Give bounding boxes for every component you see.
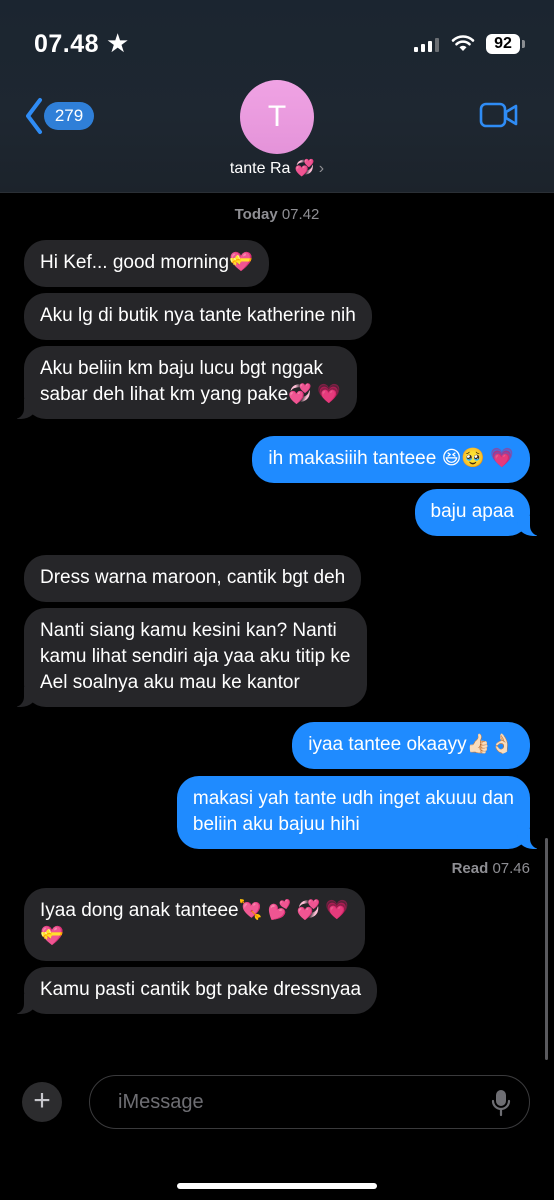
battery-tip <box>522 40 525 48</box>
outgoing-message[interactable]: ih makasiiih tanteee 😆🥹 💗 <box>252 436 530 483</box>
incoming-message[interactable]: Kamu pasti cantik bgt pake dressnyaa <box>13 967 378 1014</box>
outgoing-message[interactable]: makasi yah tante udh inget akuuu dan bel… <box>176 776 541 849</box>
cellular-signal-icon <box>414 36 439 52</box>
contact-name: tante Ra 💞 <box>229 160 315 177</box>
unread-count-badge[interactable]: 279 <box>44 102 94 130</box>
battery-indicator: 92 <box>486 34 520 54</box>
read-time: 07.46 <box>488 860 530 877</box>
outgoing-message[interactable]: iyaa tantee okaayy👍🏻👌🏻 <box>292 722 530 769</box>
video-call-icon[interactable] <box>479 101 519 129</box>
outgoing-message[interactable]: baju apaa <box>414 489 541 536</box>
incoming-message[interactable]: Hi Kef... good morning💝 <box>24 240 269 287</box>
imessage-screen: 07.48 ★ 92 279 T tante Ra 💞 › Today 07.42… <box>0 0 554 1200</box>
conversation-header: 07.48 ★ 92 279 T tante Ra 💞 › <box>0 0 554 193</box>
message-input-placeholder: iMessage <box>118 1091 204 1113</box>
read-label: Read <box>451 860 489 877</box>
status-time: 07.48 <box>34 30 100 58</box>
incoming-message[interactable]: Dress warna maroon, cantik bgt deh <box>24 555 362 602</box>
scrollbar[interactable] <box>545 838 548 1060</box>
chevron-right-icon: › <box>318 160 325 177</box>
message-input[interactable]: iMessage <box>89 1075 530 1129</box>
back-chevron-icon[interactable] <box>24 96 44 136</box>
add-attachment-button[interactable]: + <box>22 1082 62 1122</box>
timestamp-day: Today <box>234 206 278 223</box>
conversation-timestamp: Today 07.42 <box>0 206 554 223</box>
incoming-message[interactable]: Aku lg di butik nya tante katherine nih <box>24 293 372 340</box>
timestamp-time: 07.42 <box>277 206 320 223</box>
incoming-message[interactable]: Nanti siang kamu kesini kan? Nanti kamu … <box>14 608 367 707</box>
incoming-message[interactable]: Iyaa dong anak tanteee💘 💕 💞 💗 💝 <box>24 888 366 961</box>
read-receipt: Read 07.46 <box>452 860 530 877</box>
wifi-icon <box>451 35 475 51</box>
home-indicator[interactable] <box>177 1183 377 1189</box>
star-icon: ★ <box>106 28 130 58</box>
incoming-message[interactable]: Aku beliin km baju lucu bgt nggak sabar … <box>14 346 357 419</box>
microphone-icon[interactable] <box>491 1089 511 1117</box>
contact-avatar[interactable]: T <box>240 80 314 154</box>
contact-name-row[interactable]: tante Ra 💞 › <box>0 158 554 178</box>
